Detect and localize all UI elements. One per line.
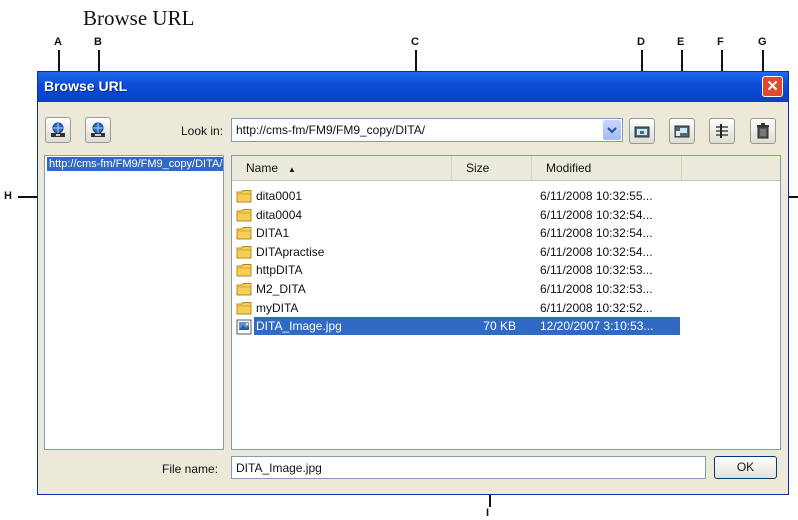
column-header-row: Name ▲ Size Modified	[232, 156, 780, 181]
callout-a: A	[54, 36, 62, 48]
file-list-row[interactable]: DITA_Image.jpg 70 KB 12/20/2007 3:10:53...	[236, 317, 680, 338]
folder-icon	[236, 189, 252, 206]
rename-icon	[674, 125, 690, 138]
folder-icon	[236, 301, 252, 318]
remove-url-icon	[91, 122, 105, 137]
file-name-cell: httpDITA	[256, 263, 303, 278]
column-header-name-label: Name	[246, 161, 279, 175]
callout-h: H	[4, 190, 12, 202]
callout-b: B	[94, 36, 102, 48]
url-tree-selected-item[interactable]: http://cms-fm/FM9/FM9_copy/DITA/	[47, 157, 223, 171]
chevron-down-icon	[607, 127, 617, 134]
file-modified-cell: 6/11/2008 10:32:53...	[540, 282, 653, 296]
file-size-cell: 70 KB	[483, 319, 516, 334]
file-modified-cell: 6/11/2008 10:32:55...	[540, 189, 653, 203]
figure-caption: Browse URL	[83, 6, 195, 30]
file-name-cell: myDITA	[256, 300, 299, 315]
file-name-cell: dita0001	[256, 189, 303, 203]
file-name-cell: DITA_Image.jpg	[256, 319, 342, 334]
callout-f: F	[717, 36, 724, 48]
properties-icon	[716, 124, 728, 138]
column-header-name[interactable]: Name ▲	[232, 156, 452, 180]
file-list-row[interactable]: dita0001 6/11/2008 10:32:55...	[236, 187, 676, 205]
sort-ascending-icon: ▲	[288, 165, 296, 174]
column-header-size-label: Size	[466, 161, 490, 175]
file-name-cell: M2_DITA	[256, 282, 306, 296]
column-header-size[interactable]: Size	[452, 156, 532, 180]
folder-icon	[236, 263, 252, 280]
file-modified-cell: 6/11/2008 10:32:54...	[540, 226, 653, 241]
callout-c: C	[411, 36, 419, 48]
url-tree-pane[interactable]: http://cms-fm/FM9/FM9_copy/DITA/	[44, 155, 224, 450]
title-bar[interactable]: Browse URL ✕	[38, 72, 788, 102]
ok-button[interactable]: OK	[714, 456, 777, 479]
file-modified-cell: 12/20/2007 3:10:53...	[540, 319, 654, 334]
look-in-combobox[interactable]: http://cms-fm/FM9/FM9_copy/DITA/	[231, 118, 623, 142]
file-modified-cell: 6/11/2008 10:32:54...	[540, 244, 653, 259]
browse-url-dialog: Browse URL ✕ Look in: http://cms-fm/FM9/…	[37, 71, 789, 495]
callout-i: I	[486, 507, 490, 519]
file-name-cell: DITApractise	[256, 244, 325, 259]
rename-button[interactable]	[669, 118, 695, 144]
image-file-icon	[236, 319, 252, 338]
file-modified-cell: 6/11/2008 10:32:53...	[540, 263, 653, 278]
new-folder-icon	[634, 126, 650, 138]
dropdown-button[interactable]	[603, 120, 621, 140]
add-url-icon	[51, 122, 65, 137]
file-name-field[interactable]: DITA_Image.jpg	[231, 456, 706, 479]
file-name-cell: dita0004	[256, 207, 303, 222]
file-list-row[interactable]: dita0004 6/11/2008 10:32:54...	[236, 206, 676, 224]
file-modified-cell: 6/11/2008 10:32:52...	[540, 300, 653, 315]
new-folder-button[interactable]	[629, 118, 655, 144]
close-button[interactable]: ✕	[762, 76, 783, 97]
callout-g: G	[758, 36, 767, 48]
column-header-modified[interactable]: Modified	[532, 156, 682, 180]
file-name-cell: DITA1	[256, 226, 290, 241]
file-list-row[interactable]: DITApractise 6/11/2008 10:32:54...	[236, 243, 676, 261]
add-url-button[interactable]	[45, 117, 71, 143]
delete-button[interactable]	[750, 118, 776, 144]
window-title: Browse URL	[44, 78, 128, 94]
file-list-row[interactable]: M2_DITA 6/11/2008 10:32:53...	[236, 280, 676, 298]
folder-icon	[236, 208, 252, 225]
look-in-label: Look in:	[181, 124, 224, 138]
look-in-value: http://cms-fm/FM9/FM9_copy/DITA/	[236, 123, 426, 137]
delete-icon	[757, 123, 769, 139]
folder-icon	[236, 282, 252, 299]
file-list-row[interactable]: httpDITA 6/11/2008 10:32:53...	[236, 261, 676, 279]
properties-button[interactable]	[709, 118, 735, 144]
file-list-row[interactable]: myDITA 6/11/2008 10:32:52...	[236, 299, 676, 317]
file-name-label: File name:	[162, 462, 219, 476]
close-icon: ✕	[766, 78, 779, 95]
column-header-modified-label: Modified	[546, 161, 592, 175]
file-modified-cell: 6/11/2008 10:32:54...	[540, 207, 653, 222]
file-list-row[interactable]: DITA1 6/11/2008 10:32:54...	[236, 224, 676, 242]
callout-e: E	[677, 36, 685, 48]
remove-url-button[interactable]	[85, 117, 111, 143]
file-list-pane[interactable]: Name ▲ Size Modified dita0001 6/11/2008 10…	[231, 155, 781, 450]
folder-icon	[236, 226, 252, 243]
callout-d: D	[637, 36, 645, 48]
folder-icon	[236, 245, 252, 262]
